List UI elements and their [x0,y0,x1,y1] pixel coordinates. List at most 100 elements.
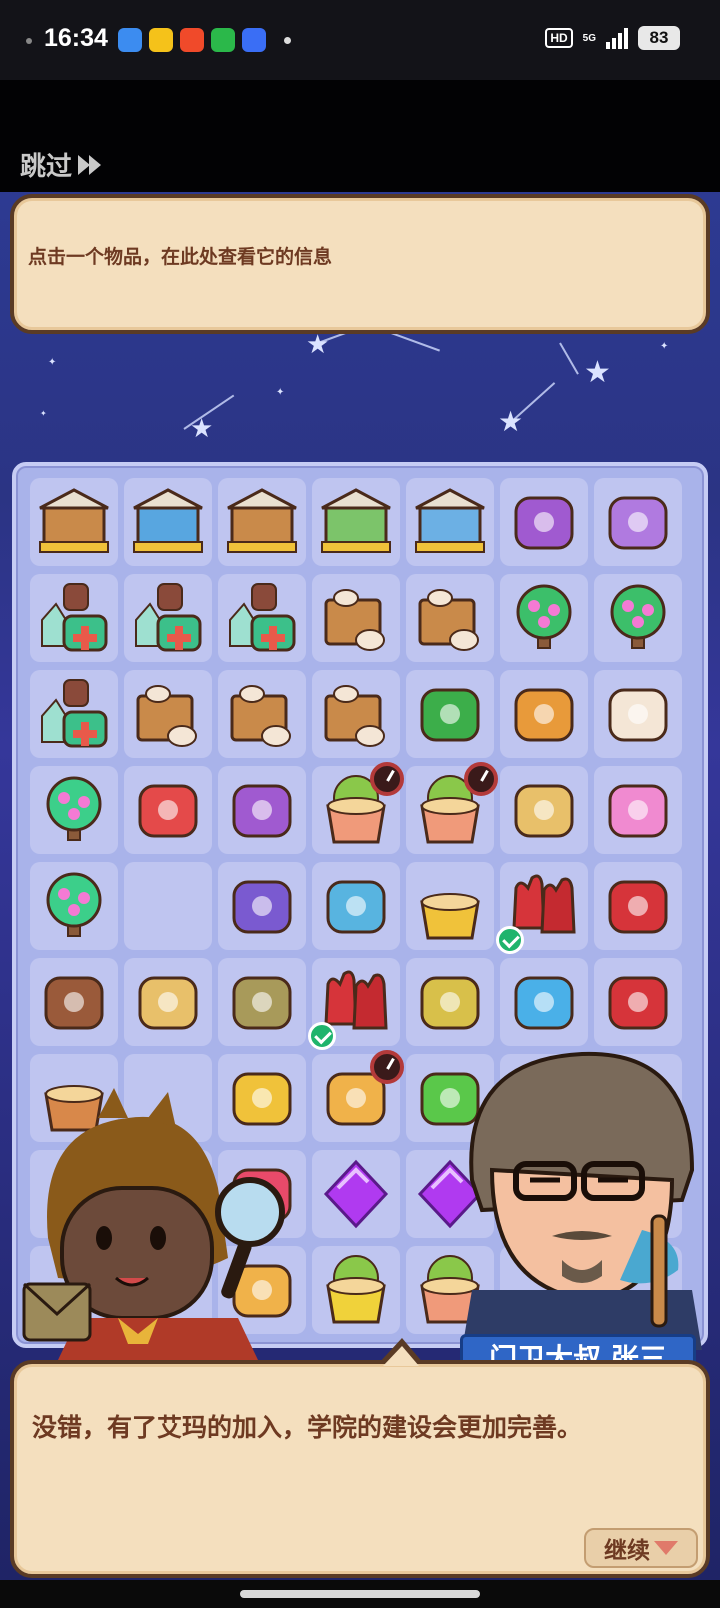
checkmark-icon [308,1022,336,1050]
crate-icon [136,685,197,747]
board-cell[interactable] [308,958,400,1050]
crate-icon [324,589,385,651]
crate-icon [324,685,385,747]
timer-icon [464,762,498,796]
jet-ski-icon [326,880,386,934]
baidu-app-icon [242,28,266,52]
board-cell[interactable] [312,1050,404,1142]
board-cell[interactable] [124,670,212,758]
board-cell[interactable] [30,574,118,662]
bath-room-building-icon [227,488,297,553]
board-cell[interactable] [218,574,306,662]
timer-icon [370,1050,404,1084]
dialog-box[interactable]: 没错，有了艾玛的加入，学院的建设会更加完善。 继续 [10,1360,710,1578]
airplane-icon [232,784,292,838]
board-cell[interactable] [594,766,682,854]
star-app-icon [149,28,173,52]
continue-label: 继续 [604,1538,650,1564]
board-cell[interactable] [594,478,682,566]
board-cell[interactable] [594,574,682,662]
board-cell[interactable] [218,862,306,950]
status-bar: 16:34 HD 5G 83 [0,0,720,80]
board-cell[interactable] [312,762,404,854]
hd-badge: HD [545,28,573,48]
board-cell[interactable] [406,478,494,566]
board-cell[interactable] [500,574,588,662]
medicine-kit-icon [41,679,108,748]
home-indicator[interactable] [240,1590,480,1598]
board-cell[interactable] [594,862,682,950]
board-cell[interactable] [218,670,306,758]
gold-sack-icon [420,976,480,1030]
broom-icon [420,688,480,742]
green-tree-icon [46,872,102,937]
board-cell[interactable] [124,958,212,1046]
board-cell[interactable] [500,478,588,566]
signal-icon [606,27,628,49]
board-cell[interactable] [406,574,494,662]
toolbox-icon [608,976,668,1030]
board-cell[interactable] [312,1246,400,1334]
board-cell[interactable] [312,670,400,758]
board-cell[interactable] [406,862,494,950]
item-info-panel: 点击一个物品，在此处查看它的信息 [10,194,710,334]
board-cell[interactable] [594,958,682,1046]
seed-bag-stack-icon [232,976,292,1030]
green-tree-icon [46,776,102,841]
garden-building-icon [321,488,391,553]
flower-basket-icon [608,784,668,838]
toolbox-icon [608,880,668,934]
board-cell[interactable] [124,766,212,854]
planter-box-icon [326,1255,386,1324]
board-cell[interactable] [218,958,306,1046]
status-time: 16:34 [44,24,108,52]
board-cell[interactable] [30,670,118,758]
flower-tree-icon [610,584,666,649]
board-cell[interactable] [30,766,118,854]
purple-gem-icon [323,1159,389,1229]
crate-icon [230,685,291,747]
notes-app-icon [118,28,142,52]
top-band [0,80,720,192]
vase-icon [514,688,574,742]
status-right: HD 5G 83 [545,26,680,50]
gatekeeper-uncle-icon [462,1051,702,1350]
board-cell[interactable] [500,670,588,758]
skip-label: 跳过 [20,152,73,182]
pet-shop-building-icon [39,488,109,553]
board-cell[interactable] [312,862,400,950]
paw-room-building-icon [415,488,485,553]
hourglass-icon [514,976,574,1030]
board-cell[interactable] [312,574,400,662]
board-cell[interactable] [124,574,212,662]
pool-building-icon [133,488,203,553]
board-cell[interactable] [218,766,306,854]
board-cell[interactable] [406,762,498,854]
board-cell[interactable] [30,862,118,950]
board-cell[interactable] [496,862,588,954]
message-app-icon [211,28,235,52]
fast-forward-icon [78,154,102,175]
rabbit-statue-icon [608,688,668,742]
timer-icon [370,762,404,796]
battery-icon: 83 [638,26,680,50]
board-cell[interactable] [500,958,588,1046]
board-cell[interactable] [218,478,306,566]
board-cell[interactable] [500,766,588,854]
board-cell[interactable] [124,862,212,950]
board-cell[interactable] [406,670,494,758]
board-cell[interactable] [594,670,682,758]
board-cell[interactable] [406,958,494,1046]
skip-button[interactable]: 跳过 [20,146,104,183]
video-app-icon [180,28,204,52]
board-cell[interactable] [312,1150,400,1238]
board-cell[interactable] [30,478,118,566]
board-cell[interactable] [124,478,212,566]
trash-bin-icon [138,784,198,838]
board-cell[interactable] [30,958,118,1046]
continue-button[interactable]: 继续 [584,1528,698,1568]
dialog-text: 没错，有了艾玛的加入，学院的建设会更加完善。 [32,1413,583,1442]
network-label: 5G [582,32,596,44]
status-dot [26,38,32,44]
board-cell[interactable] [312,478,400,566]
